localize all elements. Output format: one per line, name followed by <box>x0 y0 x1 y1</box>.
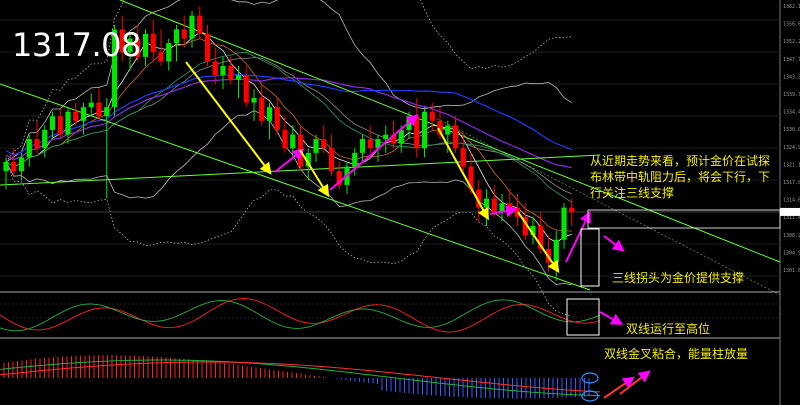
candle-body <box>142 34 149 57</box>
current-price-label: 1317.08 <box>12 26 141 64</box>
price-axis-tick-label: 1343.30 <box>783 74 800 80</box>
candle-body <box>104 107 110 117</box>
macd-note: 双线金叉粘合，能量柱放量 <box>604 347 749 361</box>
candle-body <box>3 162 9 172</box>
candle-body <box>359 139 366 153</box>
price-axis-tick-label: 1317.08 <box>783 180 800 186</box>
candle-body <box>352 152 358 167</box>
forecast-note: 从近期走势来看，预计金价在试探 布林带中轨阻力后，将会下行，下 行关注三线支撑 <box>590 153 780 201</box>
price-axis-tick-label: 1334.45 <box>783 110 800 116</box>
forecast-note-line-2: 布林带中轨阻力后，将会下行，下 <box>590 170 771 184</box>
price-axis-tick-label: 1356.65 <box>783 22 800 28</box>
price-axis-tick-label: 1362.10 <box>783 4 800 10</box>
candle-body <box>259 98 265 121</box>
candle-body <box>73 111 79 121</box>
price-axis-tick-label: 1339.70 <box>783 92 800 98</box>
candle-body <box>173 29 180 44</box>
candle-body <box>80 107 87 121</box>
candle-body <box>181 29 187 39</box>
candle-body <box>57 116 63 135</box>
price-axis-tick-label: 1314.60 <box>783 198 800 204</box>
price-axis-tick-label: 1301.60 <box>783 268 800 274</box>
price-axis-tick-label: 1330.00 <box>783 127 800 133</box>
oscillator-note: 双线运行至高位 <box>626 322 711 336</box>
candle-body <box>460 148 466 167</box>
candle-body <box>11 162 17 172</box>
price-axis-tick-label: 1304.90 <box>783 250 800 256</box>
candle-body <box>197 15 203 34</box>
price-axis-tick-label: 1347.75 <box>783 57 800 63</box>
candle-body <box>429 111 435 121</box>
candle-body <box>452 125 459 149</box>
candle-body <box>235 75 242 80</box>
candle-body <box>204 34 211 62</box>
candle-body <box>321 139 327 149</box>
candle-body <box>49 116 56 130</box>
candle-body <box>328 148 335 172</box>
candle-body <box>18 157 25 172</box>
price-axis-tick-label: 1311.40 <box>783 215 800 221</box>
candle-body <box>507 203 513 208</box>
candle-body <box>243 75 249 103</box>
candle-body <box>367 139 373 149</box>
candle-body <box>96 102 102 117</box>
candle-body <box>158 52 164 62</box>
candle-body <box>166 43 172 62</box>
price-axis-tick-label: 1352.20 <box>783 39 800 45</box>
candle-body <box>88 102 94 108</box>
price-axis-tick-label: 1321.10 <box>783 162 800 168</box>
current-price-tag <box>780 207 800 216</box>
candle-body <box>42 130 48 149</box>
candle-body <box>445 125 451 135</box>
candle-body <box>421 111 428 149</box>
candle-body <box>569 207 575 213</box>
candle-body <box>483 198 490 208</box>
candle-body <box>251 98 257 103</box>
candle-body <box>274 107 280 130</box>
candle-body <box>212 61 218 76</box>
price-axis-tick-label: 1308.20 <box>783 233 800 239</box>
candle-body <box>220 66 226 76</box>
forecast-note-line-3: 行关注三线支撑 <box>590 186 675 200</box>
candle-body <box>414 116 420 149</box>
support-note: 三线拐头为金价提供支撑 <box>612 271 745 285</box>
candle-body <box>491 198 497 213</box>
candle-body <box>313 139 319 153</box>
price-axis-tick-label: 1324.90 <box>783 145 800 151</box>
candle-body <box>561 207 567 240</box>
forecast-note-line-1: 从近期走势来看，预计金价在试探 <box>590 154 771 168</box>
candle-body <box>266 107 273 121</box>
candle-body <box>290 134 296 149</box>
candle-body <box>26 139 32 158</box>
candle-body <box>150 34 156 53</box>
candle-body <box>189 15 195 39</box>
candle-body <box>228 66 234 80</box>
candle-body <box>65 111 71 135</box>
candle-body <box>398 130 404 144</box>
candle-body <box>34 139 40 149</box>
candle-body <box>553 239 559 263</box>
candle-body <box>383 134 389 140</box>
candle-body <box>282 130 288 149</box>
